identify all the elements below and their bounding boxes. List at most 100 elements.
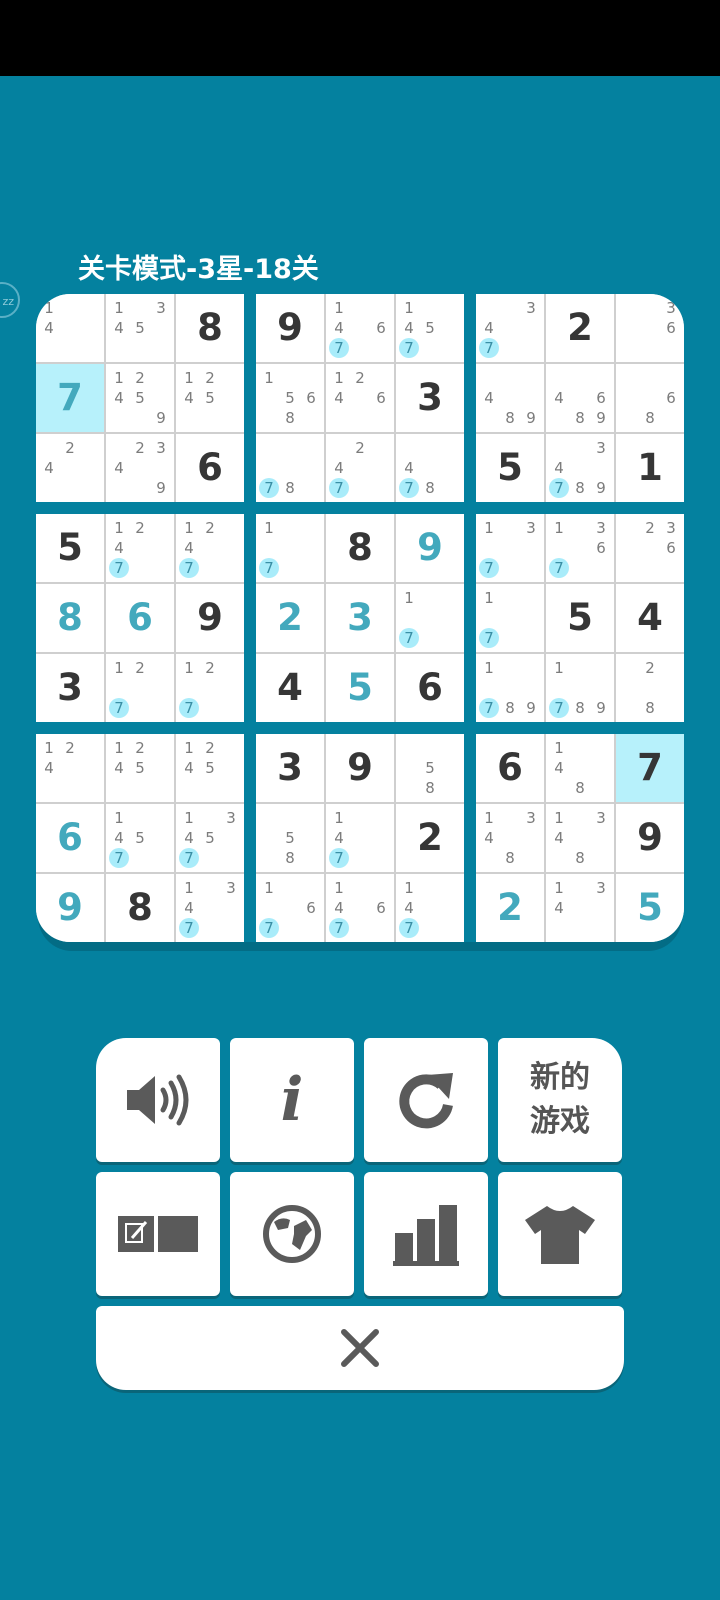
- sudoku-cell[interactable]: 1245: [176, 364, 244, 432]
- sudoku-cell[interactable]: 6: [106, 584, 174, 652]
- close-button[interactable]: [96, 1306, 624, 1390]
- sudoku-cell[interactable]: 9: [176, 584, 244, 652]
- sudoku-cell[interactable]: 9: [616, 804, 684, 872]
- sudoku-cell[interactable]: 1897: [476, 654, 544, 722]
- sudoku-cell[interactable]: 1 3 47: [176, 874, 244, 942]
- sudoku-cell[interactable]: 124: [36, 734, 104, 802]
- theme-button[interactable]: [498, 1172, 622, 1296]
- sudoku-cell[interactable]: 23 4 9: [106, 434, 174, 502]
- sudoku-cell[interactable]: 7: [616, 734, 684, 802]
- sudoku-cell[interactable]: 1 3 6 7: [546, 514, 614, 582]
- sudoku-cell[interactable]: 1 6 7: [256, 874, 324, 942]
- sudoku-cell[interactable]: 7: [36, 364, 104, 432]
- sudoku-cell[interactable]: 3 489 7: [546, 434, 614, 502]
- sudoku-cell[interactable]: 2: [546, 294, 614, 362]
- sudoku-cell[interactable]: 17: [396, 584, 464, 652]
- candidate-digit: 1: [184, 809, 194, 827]
- sudoku-cell[interactable]: 8: [326, 514, 394, 582]
- sudoku-cell[interactable]: 1245: [106, 734, 174, 802]
- candidate-digit: 2: [135, 519, 145, 537]
- sudoku-cell[interactable]: 5: [616, 874, 684, 942]
- sudoku-cell[interactable]: 1 3 7: [476, 514, 544, 582]
- sudoku-cell[interactable]: 4: [256, 654, 324, 722]
- language-button[interactable]: [230, 1172, 354, 1296]
- sudoku-cell[interactable]: 2: [256, 584, 324, 652]
- sudoku-cell[interactable]: 12 7: [176, 654, 244, 722]
- sudoku-cell[interactable]: 3: [326, 584, 394, 652]
- sudoku-cell[interactable]: 124 6: [326, 364, 394, 432]
- notes-button[interactable]: [96, 1172, 220, 1296]
- info-button[interactable]: i: [230, 1038, 354, 1162]
- sudoku-cell[interactable]: 24: [36, 434, 104, 502]
- sudoku-cell[interactable]: 5: [36, 514, 104, 582]
- candidate-digit: 8: [575, 849, 585, 867]
- sound-button[interactable]: [96, 1038, 220, 1162]
- sudoku-cell[interactable]: 5: [476, 434, 544, 502]
- sudoku-cell[interactable]: 9: [36, 874, 104, 942]
- sudoku-cell[interactable]: 8: [106, 874, 174, 942]
- sudoku-cell[interactable]: 9: [396, 514, 464, 582]
- sudoku-cell[interactable]: 3: [396, 364, 464, 432]
- sudoku-cell[interactable]: 1 457: [396, 294, 464, 362]
- sudoku-cell[interactable]: 3: [256, 734, 324, 802]
- sudoku-cell[interactable]: 1 47: [326, 804, 394, 872]
- sudoku-cell[interactable]: 1245: [176, 734, 244, 802]
- sudoku-cell[interactable]: 1897: [546, 654, 614, 722]
- sudoku-cell[interactable]: 1 4 6 7: [326, 294, 394, 362]
- sudoku-cell[interactable]: 17: [256, 514, 324, 582]
- sudoku-cell[interactable]: 1: [616, 434, 684, 502]
- sudoku-cell[interactable]: 23 6: [616, 514, 684, 582]
- new-game-button[interactable]: 新的 游戏: [498, 1038, 622, 1162]
- sudoku-cell[interactable]: 5: [326, 654, 394, 722]
- candidate-digit: 7: [328, 918, 350, 938]
- sudoku-cell[interactable]: 17: [476, 584, 544, 652]
- sudoku-cell[interactable]: 6: [176, 434, 244, 502]
- sudoku-cell[interactable]: 6: [396, 654, 464, 722]
- sudoku-cell[interactable]: 1 48: [546, 734, 614, 802]
- sudoku-cell[interactable]: 489: [476, 364, 544, 432]
- candidate-digit: 8: [425, 479, 435, 497]
- sudoku-cell[interactable]: 247: [326, 434, 394, 502]
- candidate-digit: 3: [156, 439, 166, 457]
- sudoku-cell[interactable]: 1 4 6 7: [326, 874, 394, 942]
- sudoku-cell[interactable]: 487: [396, 434, 464, 502]
- sudoku-cell[interactable]: 1 457: [106, 804, 174, 872]
- sudoku-cell[interactable]: 2: [396, 804, 464, 872]
- sudoku-cell[interactable]: 1 3 4: [546, 874, 614, 942]
- cell-value: 2: [567, 306, 593, 349]
- sudoku-cell[interactable]: 1 3 48: [546, 804, 614, 872]
- sudoku-cell[interactable]: 28: [616, 654, 684, 722]
- sudoku-cell[interactable]: 8: [176, 294, 244, 362]
- sudoku-cell[interactable]: 1 47: [396, 874, 464, 942]
- sudoku-cell[interactable]: 4 689: [546, 364, 614, 432]
- cell-value: 4: [637, 596, 663, 639]
- sudoku-cell[interactable]: 6: [36, 804, 104, 872]
- sudoku-cell[interactable]: 58: [396, 734, 464, 802]
- restart-button[interactable]: [364, 1038, 488, 1162]
- sudoku-cell[interactable]: 1568: [256, 364, 324, 432]
- sudoku-cell[interactable]: 12459: [106, 364, 174, 432]
- sudoku-cell[interactable]: 12 7: [106, 654, 174, 722]
- stats-button[interactable]: [364, 1172, 488, 1296]
- sudoku-cell[interactable]: 9: [326, 734, 394, 802]
- sudoku-cell[interactable]: 1 3 45: [106, 294, 174, 362]
- sudoku-cell[interactable]: 14: [36, 294, 104, 362]
- sudoku-cell[interactable]: 87: [256, 434, 324, 502]
- sudoku-cell[interactable]: 6: [476, 734, 544, 802]
- sudoku-cell[interactable]: 58: [256, 804, 324, 872]
- sudoku-cell[interactable]: 1247: [106, 514, 174, 582]
- sudoku-cell[interactable]: 1 3 457: [176, 804, 244, 872]
- sudoku-cell[interactable]: 3: [36, 654, 104, 722]
- sudoku-cell[interactable]: 1247: [176, 514, 244, 582]
- candidate-digit: 1: [484, 589, 494, 607]
- sudoku-cell[interactable]: 68: [616, 364, 684, 432]
- sudoku-cell[interactable]: 9: [256, 294, 324, 362]
- sleep-badge[interactable]: zz: [0, 282, 20, 318]
- sudoku-cell[interactable]: 1 3 48: [476, 804, 544, 872]
- sudoku-cell[interactable]: 4: [616, 584, 684, 652]
- sudoku-cell[interactable]: 2: [476, 874, 544, 942]
- sudoku-cell[interactable]: 3 47: [476, 294, 544, 362]
- sudoku-cell[interactable]: 8: [36, 584, 104, 652]
- sudoku-cell[interactable]: 36: [616, 294, 684, 362]
- sudoku-cell[interactable]: 5: [546, 584, 614, 652]
